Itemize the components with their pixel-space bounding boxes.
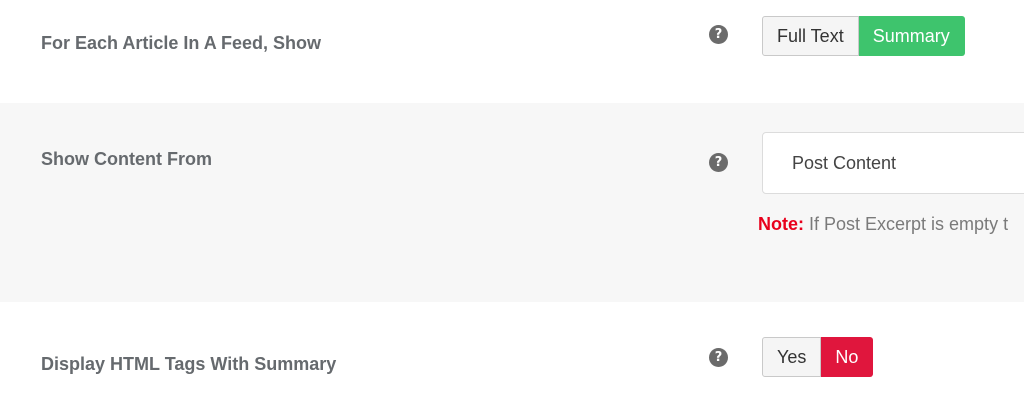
setting-label: Display HTML Tags With Summary (41, 354, 337, 374)
setting-label: For Each Article In A Feed, Show (41, 33, 322, 53)
no-option[interactable]: No (821, 337, 874, 377)
setting-row-article-display: For Each Article In A Feed, Show ? Full … (0, 0, 1024, 103)
question-circle-icon[interactable]: ? (709, 348, 728, 367)
yes-option[interactable]: Yes (762, 337, 822, 377)
note-prefix: Note: (758, 214, 804, 234)
setting-label: Show Content From (41, 149, 212, 169)
setting-row-html-tags: Display HTML Tags With Summary ? Yes No (0, 302, 1024, 414)
content-source-note: Note: If Post Excerpt is empty t (758, 214, 1008, 235)
article-display-toggle: Full Text Summary (762, 16, 965, 56)
full-text-option[interactable]: Full Text (762, 16, 859, 56)
setting-row-content-source: Show Content From ? Post Content Note: I… (0, 103, 1024, 302)
question-circle-icon[interactable]: ? (709, 153, 728, 172)
summary-option[interactable]: Summary (858, 16, 965, 56)
content-source-select[interactable]: Post Content (762, 132, 1024, 194)
note-text: If Post Excerpt is empty t (804, 214, 1009, 234)
html-tags-toggle: Yes No (762, 337, 874, 377)
question-circle-icon[interactable]: ? (709, 25, 728, 44)
